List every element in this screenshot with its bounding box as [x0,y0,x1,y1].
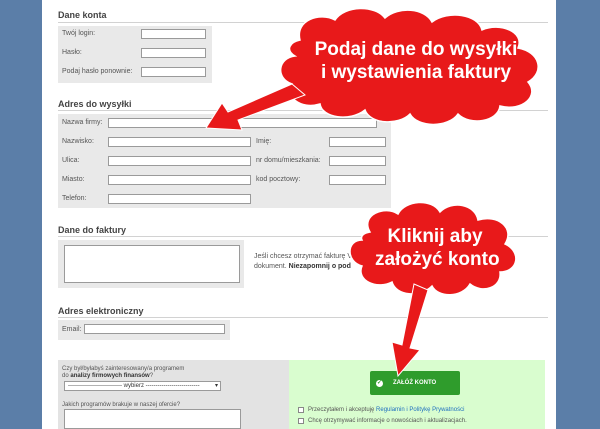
top-callout-line2: i wystawienia faktury [320,62,512,83]
bottom-callout-text: Kliknij aby założyć konto [375,225,500,271]
top-callout-arrow [205,83,306,131]
bottom-callout-line2: założyć konto [375,249,500,270]
top-callout-line1: Podaj dane do wysyłki [314,39,518,60]
bottom-callout-line1: Kliknij aby [387,226,483,247]
top-callout-text: Podaj dane do wysyłki i wystawienia fakt… [313,38,519,84]
bottom-callout-arrow [391,283,429,378]
